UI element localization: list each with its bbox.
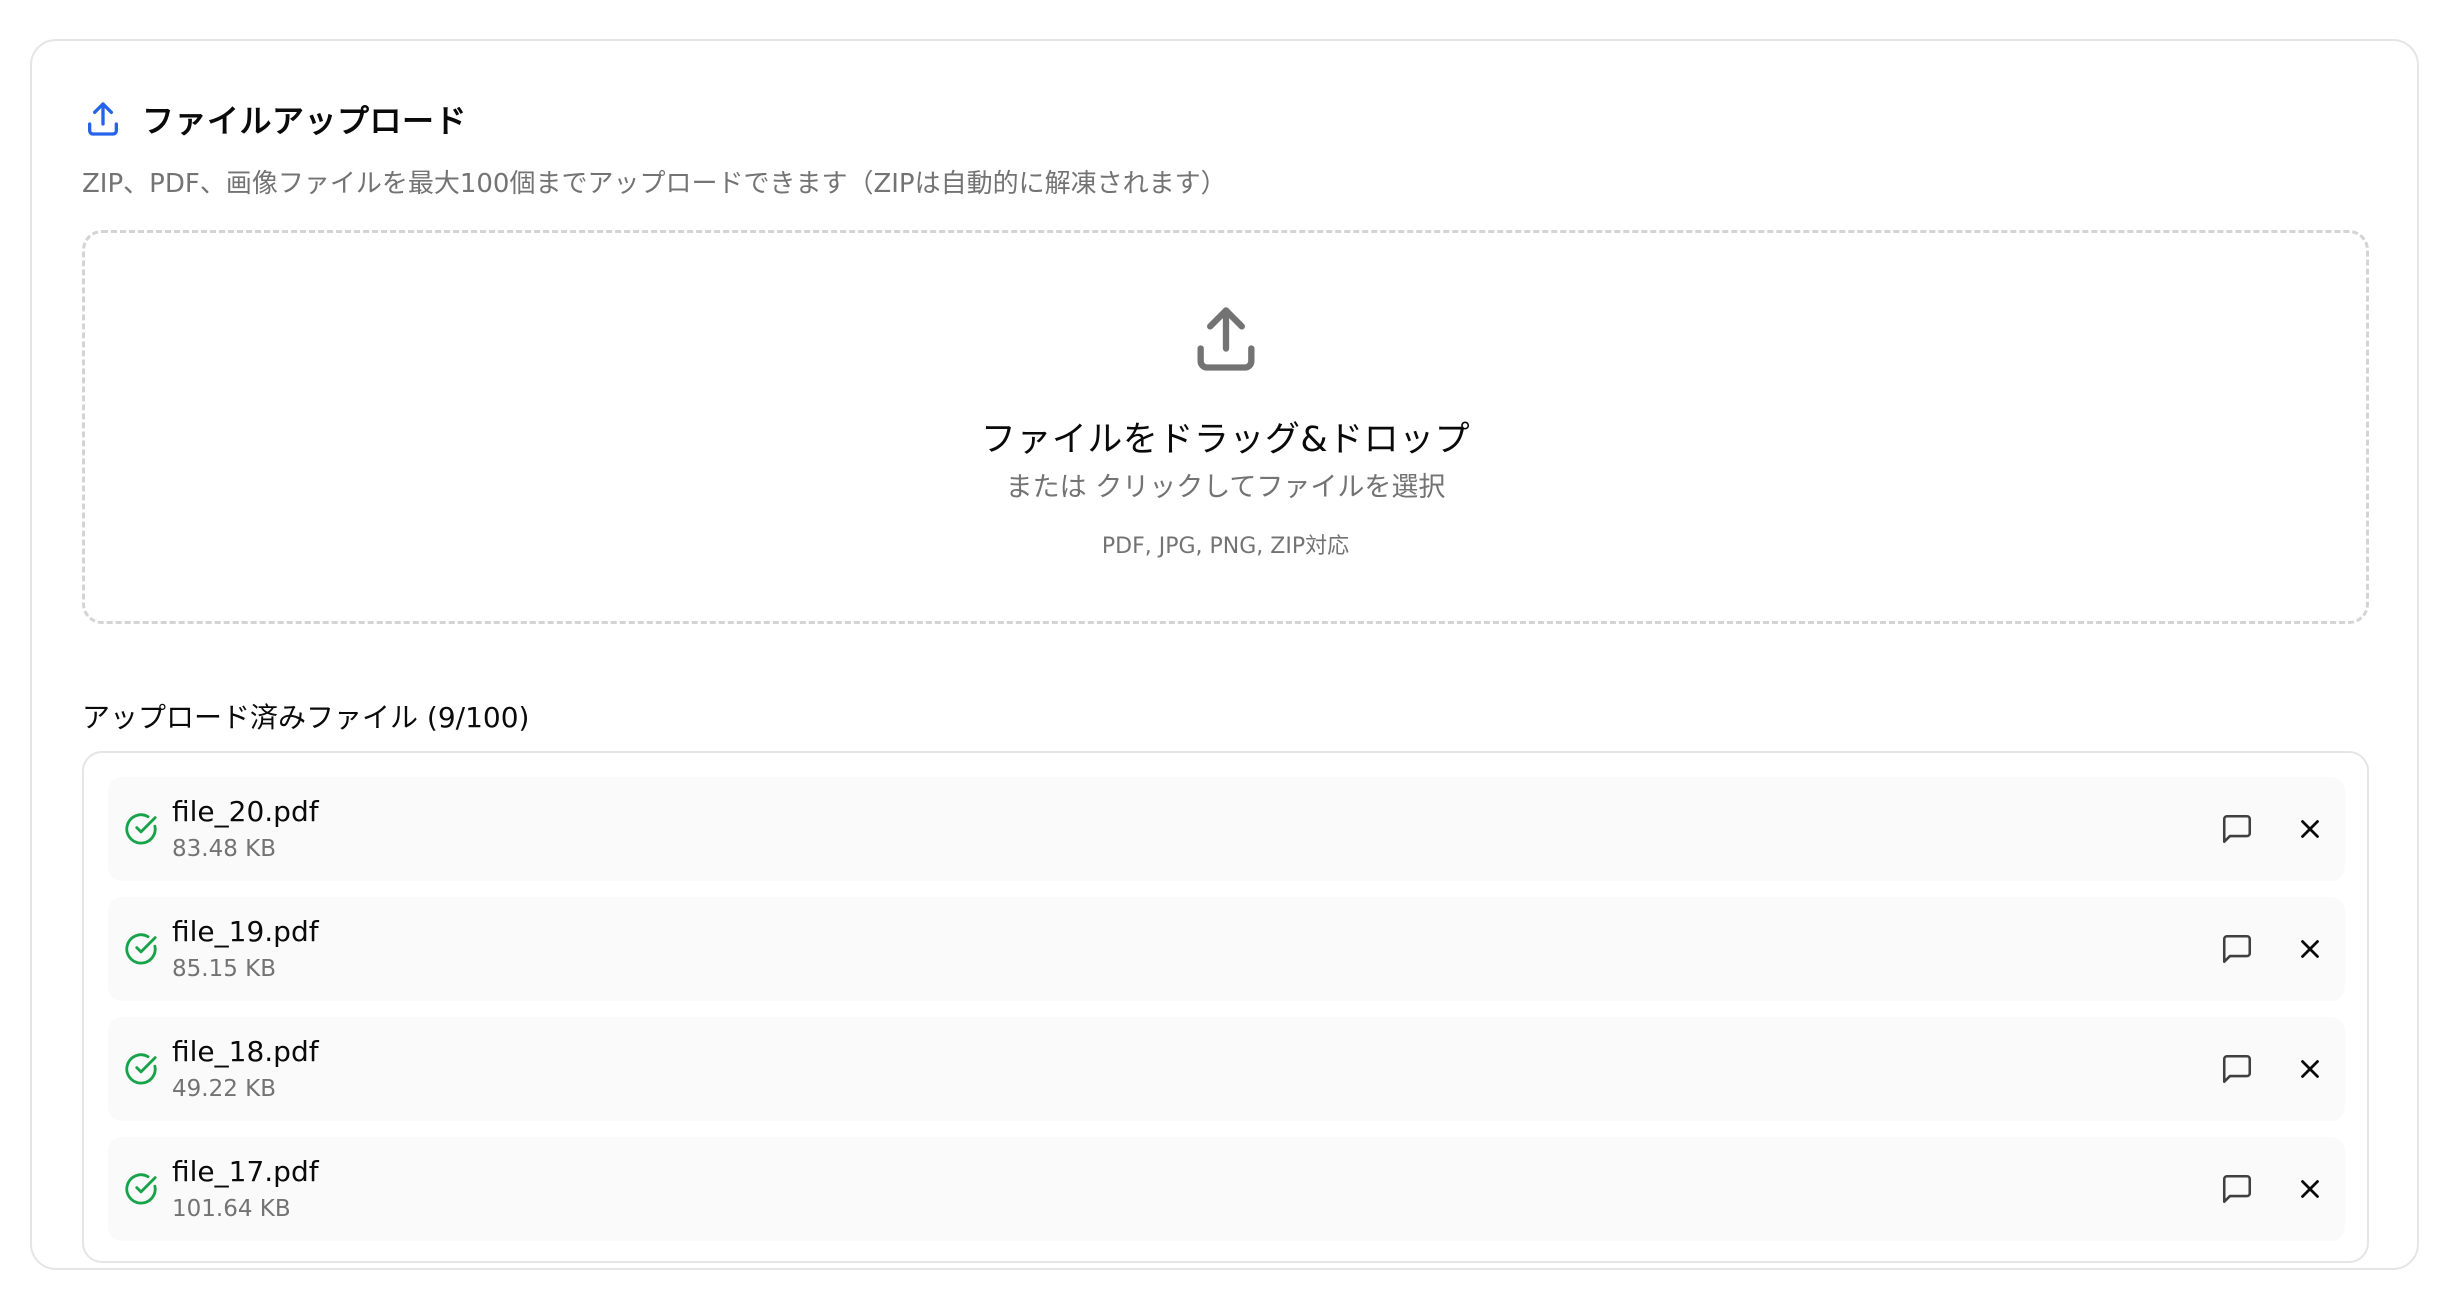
close-icon [2301,820,2319,838]
upload-icon [1188,301,1264,377]
file-size: 85.15 KB [172,956,277,982]
file-row: file_20.pdf 83.48 KB [108,777,2345,881]
message-square-icon [2222,934,2252,964]
file-size: 83.48 KB [172,836,277,862]
remove-file-button[interactable] [2288,1167,2332,1211]
file-row: file_17.pdf 101.64 KB [108,1137,2345,1241]
remove-file-button[interactable] [2288,1047,2332,1091]
uploaded-file-list[interactable]: file_20.pdf 83.48 KB file_19.pdf 85.15 K… [82,751,2369,1263]
comment-button[interactable] [2215,927,2259,971]
page-title: ファイルアップロード [142,102,468,140]
file-row: file_18.pdf 49.22 KB [108,1017,2345,1121]
dropzone-title: ファイルをドラッグ&ドロップ [980,420,1471,460]
uploaded-files-heading: アップロード済みファイル (9/100) [82,701,530,734]
remove-file-button[interactable] [2288,807,2332,851]
card-header: ファイルアップロード [82,89,467,149]
check-circle-icon [124,1172,158,1206]
page-subtitle: ZIP、PDF、画像ファイルを最大100個までアップロードできます（ZIPは自動… [82,169,1227,199]
check-circle-icon [124,812,158,846]
check-circle-icon [124,1052,158,1086]
file-dropzone[interactable]: ファイルをドラッグ&ドロップ または クリックしてファイルを選択 PDF, JP… [82,230,2369,624]
file-name: file_20.pdf [172,795,319,828]
file-size: 49.22 KB [172,1076,277,1102]
file-size: 101.64 KB [172,1196,291,1222]
upload-icon [82,98,124,140]
file-name: file_18.pdf [172,1035,319,1068]
file-name: file_17.pdf [172,1155,319,1188]
dropzone-formats: PDF, JPG, PNG, ZIP対応 [1101,534,1350,559]
file-row: file_19.pdf 85.15 KB [108,897,2345,1001]
comment-button[interactable] [2215,1047,2259,1091]
message-square-icon [2222,1054,2252,1084]
close-icon [2301,940,2319,958]
check-circle-icon [124,932,158,966]
message-square-icon [2222,814,2252,844]
remove-file-button[interactable] [2288,927,2332,971]
close-icon [2301,1060,2319,1078]
comment-button[interactable] [2215,807,2259,851]
close-icon [2301,1180,2319,1198]
comment-button[interactable] [2215,1167,2259,1211]
dropzone-subtitle: または クリックしてファイルを選択 [1005,472,1446,503]
message-square-icon [2222,1174,2252,1204]
file-name: file_19.pdf [172,915,319,948]
upload-card: ファイルアップロード ZIP、PDF、画像ファイルを最大100個までアップロード… [30,39,2419,1270]
